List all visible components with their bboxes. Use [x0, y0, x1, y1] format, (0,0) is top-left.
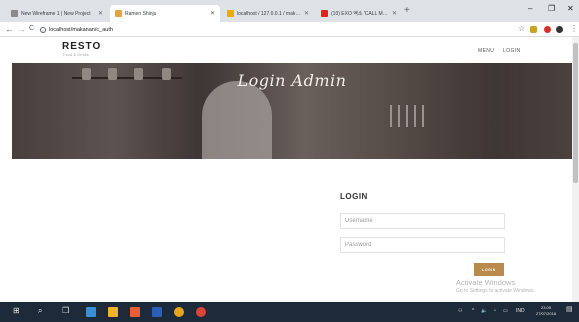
- reload-button[interactable]: C: [29, 23, 34, 35]
- search-icon[interactable]: ⌕: [38, 306, 42, 316]
- browser-tab-wireframe[interactable]: New Wireframe 1 | New Project ✕: [6, 5, 108, 22]
- page-scrollbar[interactable]: [572, 37, 579, 302]
- hero-banner: Login Admin: [12, 63, 572, 159]
- minimize-button[interactable]: –: [528, 4, 532, 14]
- phpmyadmin-favicon-icon: [227, 10, 234, 17]
- forward-button[interactable]: →: [17, 23, 26, 35]
- browser-tab-strip: New Wireframe 1 | New Project ✕ Ramen Sh…: [0, 0, 579, 22]
- account-avatar[interactable]: [556, 26, 563, 33]
- browser-menu-icon[interactable]: ⋮: [570, 23, 578, 35]
- browser-tab-ramen-shinju[interactable]: Ramen Shinju ✕: [110, 5, 220, 22]
- scrollbar-thumb[interactable]: [573, 43, 578, 183]
- system-clock[interactable]: 23.05 27/07/2018: [536, 305, 556, 317]
- tab-title: New Wireframe 1 | New Project: [21, 10, 91, 17]
- close-tab-icon[interactable]: ✕: [210, 10, 215, 17]
- close-tab-icon[interactable]: ✕: [98, 10, 103, 17]
- language-indicator[interactable]: IND: [516, 308, 525, 314]
- maximize-button[interactable]: ❐: [548, 4, 555, 14]
- browser-toolbar: ← → C i localhost/makanan/c_auth ☆ ⋮: [0, 22, 579, 37]
- edge-browser-icon[interactable]: [86, 307, 96, 317]
- browser-tab-phpmyadmin[interactable]: localhost / 127.0.0.1 / makanan ✕: [222, 5, 314, 22]
- back-button[interactable]: ←: [5, 23, 14, 35]
- tab-title: localhost / 127.0.0.1 / makanan: [237, 10, 301, 17]
- tab-title: Ramen Shinju: [125, 10, 157, 17]
- chrome-icon[interactable]: [196, 307, 206, 317]
- browser-tab-youtube[interactable]: (10) EXO 엑소 'CALL ME BABY' | ✕: [316, 5, 402, 22]
- app-icon[interactable]: [130, 307, 140, 317]
- file-explorer-icon[interactable]: [108, 307, 118, 317]
- site-logo-tagline: Food & Drinks: [63, 53, 90, 57]
- word-icon[interactable]: [152, 307, 162, 317]
- extension-icon[interactable]: [530, 26, 537, 33]
- close-window-button[interactable]: ✕: [567, 4, 574, 14]
- windows-taskbar: ⊞ ⌕ ❐ ⚇ ^ 🔈 ◔ ▭ IND 23.05 27/07/2018 ▤: [0, 302, 579, 322]
- activate-windows-watermark: Activate Windows Go to Settings to activ…: [456, 278, 535, 294]
- volume-icon[interactable]: 🔈: [481, 308, 487, 314]
- site-info-icon[interactable]: i: [40, 26, 46, 33]
- site-header: RESTO Food & Drinks MENU LOGIN: [0, 37, 572, 63]
- login-form: LOGIN LOGIN: [340, 192, 510, 276]
- close-tab-icon[interactable]: ✕: [304, 10, 309, 17]
- site-logo[interactable]: RESTO: [62, 41, 101, 52]
- sublime-text-icon[interactable]: [174, 307, 184, 317]
- resto-favicon-icon: [115, 10, 122, 17]
- close-tab-icon[interactable]: ✕: [392, 10, 397, 17]
- page-content: RESTO Food & Drinks MENU LOGIN Login Adm…: [0, 37, 572, 302]
- start-button[interactable]: ⊞: [13, 306, 20, 316]
- watermark-title: Activate Windows: [456, 278, 516, 287]
- username-input[interactable]: [340, 213, 505, 229]
- people-icon[interactable]: ⚇: [458, 308, 462, 314]
- login-button[interactable]: LOGIN: [474, 263, 504, 276]
- password-input[interactable]: [340, 237, 505, 253]
- tray-chevron-icon[interactable]: ^: [472, 308, 474, 314]
- tab-title: (10) EXO 엑소 'CALL ME BABY' |: [331, 11, 389, 17]
- bookmark-star-icon[interactable]: ☆: [518, 23, 525, 35]
- battery-icon[interactable]: ▭: [503, 308, 508, 314]
- nav-menu-link[interactable]: MENU: [478, 48, 494, 54]
- hero-title: Login Admin: [237, 71, 347, 90]
- nav-login-link[interactable]: LOGIN: [503, 48, 521, 54]
- task-view-icon[interactable]: ❐: [62, 306, 69, 316]
- wifi-icon[interactable]: ◔: [493, 308, 496, 314]
- watermark-subtitle: Go to Settings to activate Windows.: [456, 288, 535, 294]
- wireframe-favicon-icon: [11, 10, 18, 17]
- youtube-favicon-icon: [321, 10, 328, 17]
- new-tab-button[interactable]: +: [404, 6, 410, 16]
- login-title: LOGIN: [340, 192, 368, 201]
- extension-icon[interactable]: [544, 26, 551, 33]
- notifications-icon[interactable]: ▤: [566, 306, 573, 313]
- address-url: localhost/makanan/c_auth: [49, 26, 113, 33]
- address-bar[interactable]: i localhost/makanan/c_auth: [40, 24, 520, 35]
- clock-date: 27/07/2018: [536, 311, 557, 316]
